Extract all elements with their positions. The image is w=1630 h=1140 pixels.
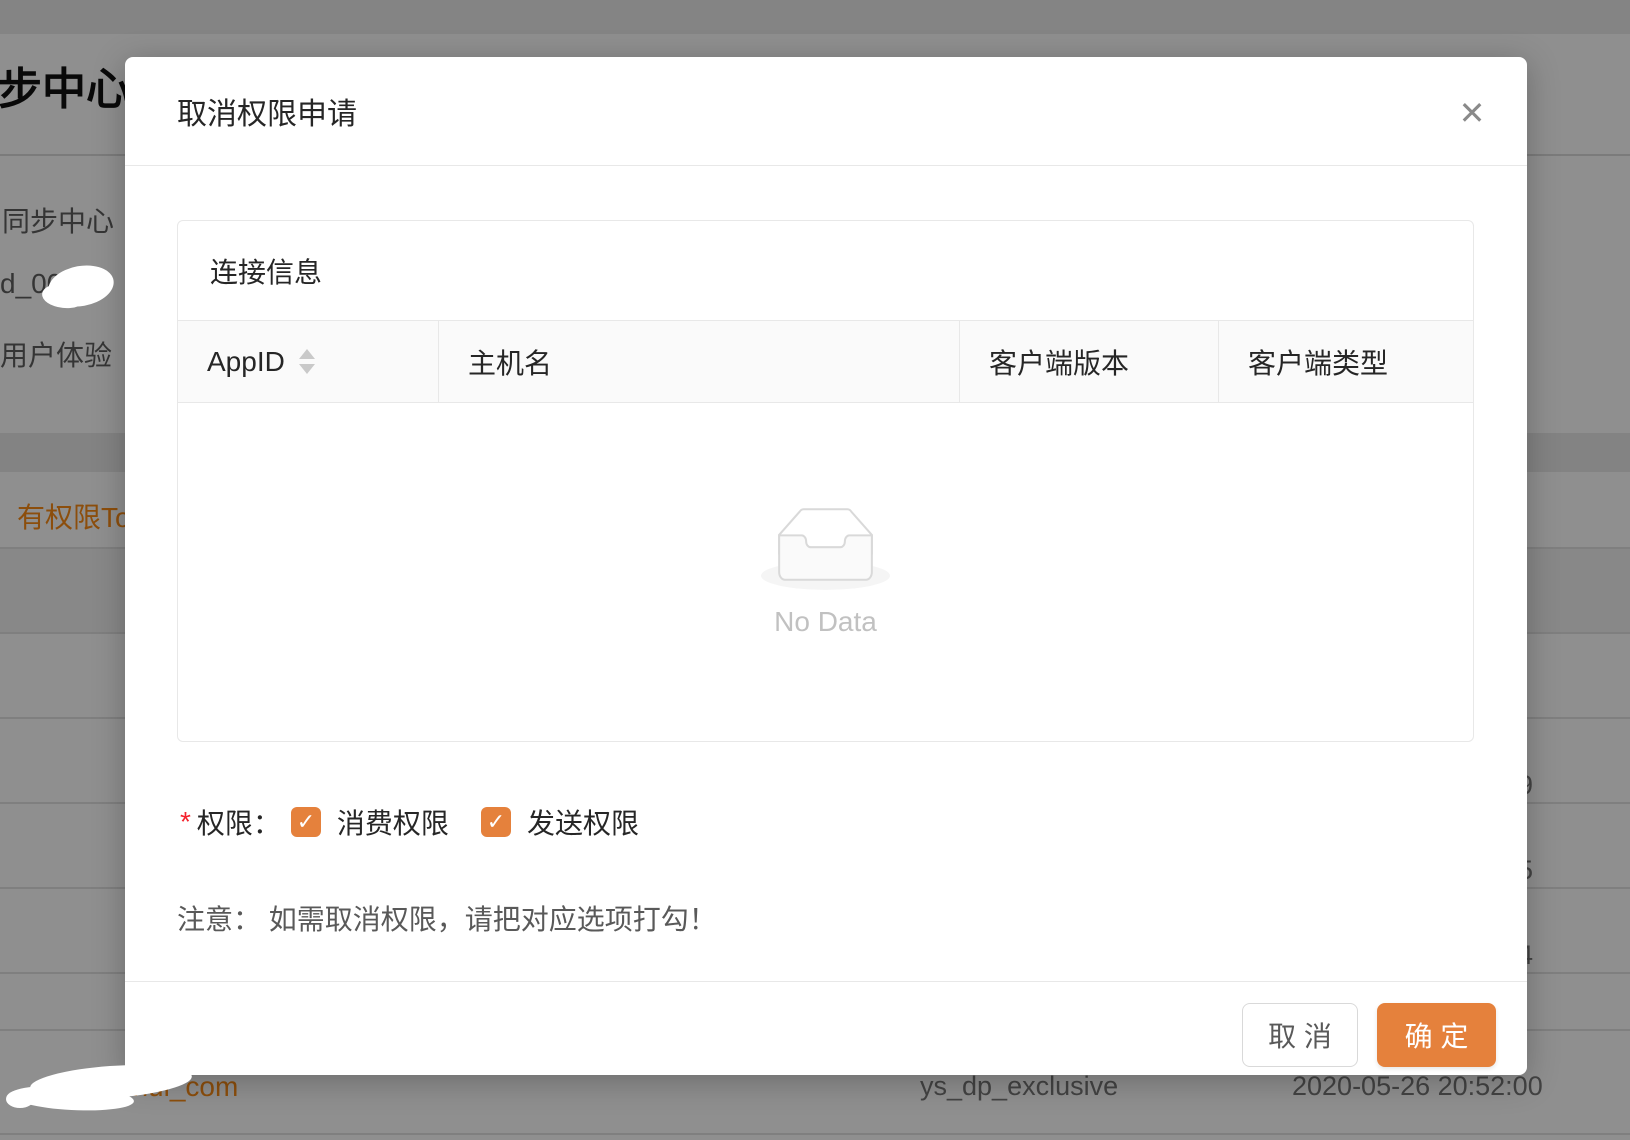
modal-header: 取消权限申请 [125,57,1527,166]
modal-footer: 取 消 确 定 [125,981,1527,1075]
no-data-label: No Data [774,606,877,638]
note-text: 注意： 如需取消权限，请把对应选项打勾！ [177,898,717,938]
permission-form-row: * 权限： ✓ 消费权限 ✓ 发送权限 [180,802,639,842]
permission-label: 权限： [197,802,281,842]
panel-title: 连接信息 [178,221,1473,321]
column-header-client-version: 客户端版本 [960,321,1219,402]
checkbox-consume-permission[interactable]: ✓ [291,807,321,837]
cancel-permission-modal: 取消权限申请 ✕ 连接信息 AppID 主机名 客户端版本 [125,57,1527,1075]
caret-down-icon [299,364,315,374]
caret-up-icon [299,349,315,359]
consume-permission-label: 消费权限 [337,802,449,842]
required-asterisk: * [180,806,191,838]
column-header-hostname: 主机名 [439,321,960,402]
cancel-button[interactable]: 取 消 [1242,1003,1358,1067]
empty-inbox-icon [761,507,890,590]
column-header-client-type: 客户端类型 [1219,321,1473,402]
close-icon[interactable]: ✕ [1452,93,1492,133]
modal-title: 取消权限申请 [177,89,357,133]
sort-caret-icon[interactable] [299,349,315,374]
connection-info-panel: 连接信息 AppID 主机名 客户端版本 客户端类型 [177,220,1474,742]
redaction-scribble [6,1090,34,1108]
column-header-appid[interactable]: AppID [178,321,439,402]
empty-table-body: No Data [178,403,1473,741]
check-icon: ✓ [487,811,505,833]
table-header-row: AppID 主机名 客户端版本 客户端类型 [178,321,1473,403]
send-permission-label: 发送权限 [527,802,639,842]
check-icon: ✓ [297,811,315,833]
checkbox-send-permission[interactable]: ✓ [481,807,511,837]
screen: 同步中心 同步中心 d_000 用户体验 有权限Topic 9 5 4 me_h… [0,0,1630,1140]
confirm-button[interactable]: 确 定 [1377,1003,1496,1067]
